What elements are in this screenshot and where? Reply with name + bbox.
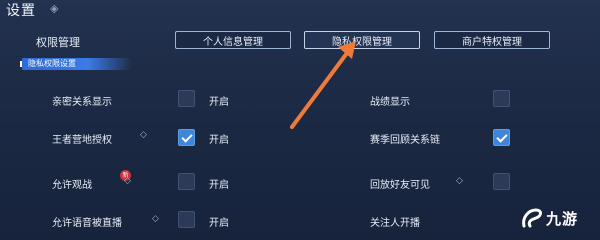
row-label-season-review: 赛季回顾关系链: [370, 135, 440, 146]
state-camp-authorization: 开启: [209, 135, 229, 146]
row-label-allow-spectate: 允许观战: [52, 180, 92, 191]
state-voice-live: 开启: [209, 218, 229, 229]
state-intimate-relation: 开启: [209, 97, 229, 108]
page-title: 设置: [6, 3, 36, 19]
checkbox-allow-spectate[interactable]: [178, 173, 195, 190]
checkbox-intimate-relation[interactable]: [178, 90, 195, 107]
help-icon[interactable]: ◇: [140, 130, 147, 140]
checkbox-season-review[interactable]: [493, 129, 510, 146]
watermark-logo-icon: [522, 208, 542, 228]
help-icon[interactable]: ◇: [124, 176, 131, 186]
tab-merchant-privileges[interactable]: 商户特权管理: [434, 31, 550, 49]
row-label-follow-live: 关注人开播: [370, 218, 420, 229]
checkbox-camp-authorization[interactable]: [178, 129, 195, 146]
checkbox-voice-live[interactable]: [178, 211, 195, 228]
checkbox-record-display[interactable]: [493, 90, 510, 107]
row-label-voice-live: 允许语音被直播: [52, 218, 122, 229]
row-label-intimate-relation: 亲密关系显示: [52, 97, 112, 108]
help-icon[interactable]: ◇: [152, 214, 159, 224]
state-allow-spectate: 开启: [209, 180, 229, 191]
diamond-icon: ◈: [50, 2, 59, 15]
checkbox-replay-friends[interactable]: [493, 173, 510, 190]
help-icon[interactable]: ◇: [456, 176, 463, 186]
annotation-arrow: [290, 41, 356, 129]
row-label-camp-authorization: 王者营地授权: [52, 135, 112, 146]
row-label-replay-friends: 回放好友可见: [370, 180, 430, 191]
category-label: 权限管理: [36, 36, 80, 49]
tab-personal-info[interactable]: 个人信息管理: [175, 31, 291, 49]
section-header: 隐私权限设置: [22, 58, 132, 70]
watermark-text: 九游: [546, 210, 579, 228]
